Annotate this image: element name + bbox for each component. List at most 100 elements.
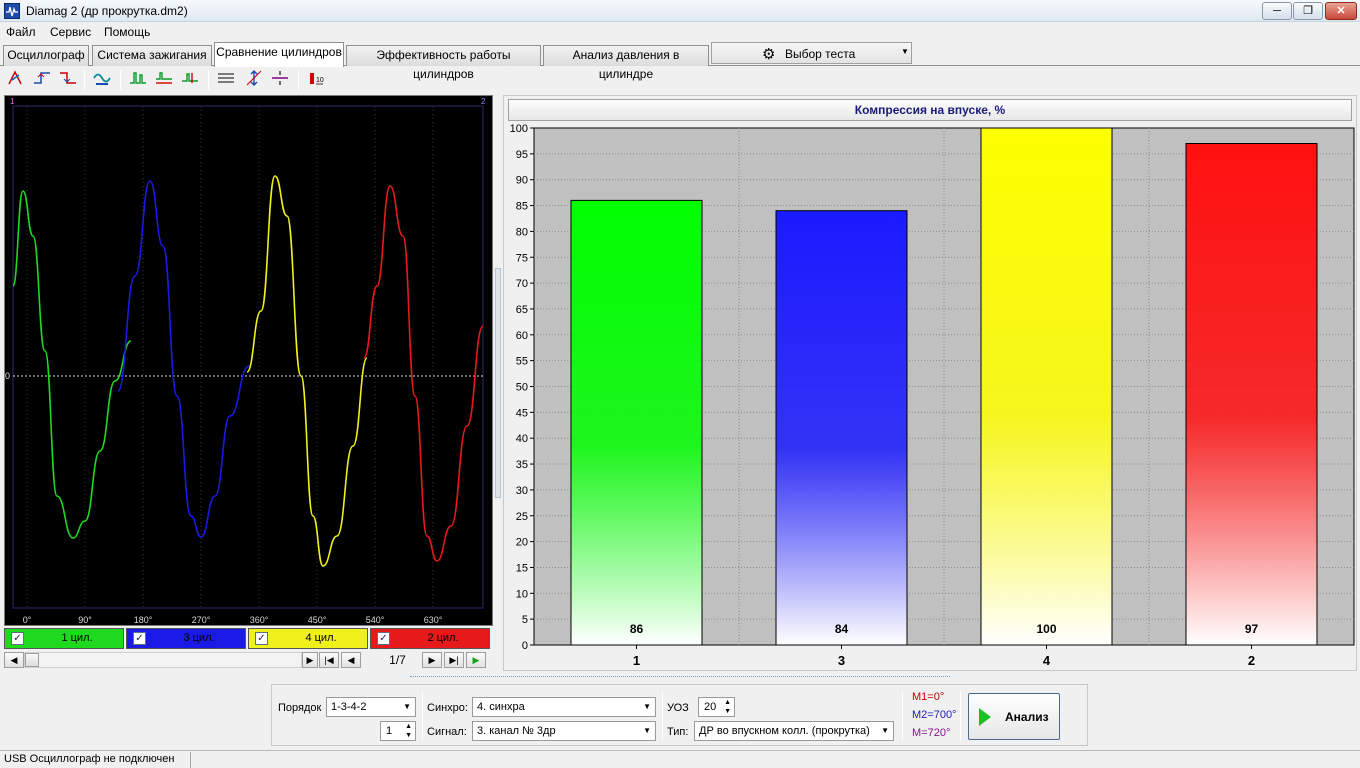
- autoscale-icon[interactable]: [90, 69, 114, 91]
- bar-cylinder-2: [1185, 143, 1318, 646]
- checkbox-icon[interactable]: ✓: [133, 632, 146, 645]
- cylinder-1-toggle[interactable]: ✓ 1 цил.: [4, 628, 124, 649]
- y-tick-label: 45: [516, 407, 528, 419]
- tab-cylinder-comparison[interactable]: Сравнение цилиндров: [214, 42, 344, 67]
- next-page-icon[interactable]: ▶: [422, 652, 442, 668]
- bar-value-label: 86: [630, 622, 644, 636]
- checkbox-icon[interactable]: ✓: [377, 632, 390, 645]
- osc-frame: [12, 105, 484, 609]
- y-tick-label: 55: [516, 356, 528, 368]
- compression-chart-panel: Компрессия на впуске, % 0 5 10 15 20 25 30 35 40…: [503, 95, 1357, 671]
- waveform-trace: [363, 185, 484, 562]
- rising-edge-icon[interactable]: [30, 69, 54, 91]
- menu-file[interactable]: Файл: [6, 25, 36, 39]
- spin-arrows-icon[interactable]: ▲ ▼: [405, 722, 412, 740]
- horizontal-scrollbar[interactable]: [24, 652, 302, 668]
- marker-1-label: 1: [10, 97, 15, 106]
- x-tick-label: 90°: [78, 615, 92, 625]
- marker-2-label: 2: [481, 97, 486, 106]
- first-page-icon[interactable]: |◀: [319, 652, 339, 668]
- spin-arrows-icon[interactable]: ▲ ▼: [724, 698, 731, 716]
- sync-value: 4. синхра: [477, 701, 525, 713]
- signal-split-icon[interactable]: [126, 69, 150, 91]
- menu-service[interactable]: Сервис: [50, 25, 91, 39]
- checkbox-icon[interactable]: ✓: [255, 632, 268, 645]
- bar-cylinder-4: [980, 127, 1113, 646]
- grid-lines-icon[interactable]: [214, 69, 238, 91]
- status-separator: [190, 752, 191, 768]
- y-tick-label: 50: [516, 382, 528, 394]
- y-tick-label: 35: [516, 459, 528, 471]
- tab-pressure-analysis[interactable]: Анализ давления в цилиндре: [543, 45, 709, 81]
- cylinder-3-toggle[interactable]: ✓ 3 цил.: [126, 628, 246, 649]
- vertical-scale-icon[interactable]: [242, 69, 266, 91]
- x-category-label: 3: [838, 653, 845, 668]
- toolbar: 10: [0, 66, 1360, 94]
- type-label: Тип:: [667, 726, 689, 738]
- app-icon: [4, 3, 20, 19]
- prev-page-icon[interactable]: ◀: [341, 652, 361, 668]
- play-icon[interactable]: ▶: [466, 652, 486, 668]
- scrollbar-thumb[interactable]: [25, 653, 39, 667]
- falling-edge-icon[interactable]: [56, 69, 80, 91]
- chevron-down-icon: ▼: [643, 702, 651, 711]
- type-select[interactable]: ДР во впускном колл. (прокрутка) ▼: [694, 721, 894, 741]
- y-tick-label: 15: [516, 562, 528, 574]
- tab-bar: Осциллограф Система зажигания Сравнение …: [0, 42, 1360, 81]
- y-tick-label: 90: [516, 175, 528, 187]
- uoz-label: УОЗ: [667, 702, 689, 714]
- uoz-spinner[interactable]: 20 ▲ ▼: [698, 697, 735, 717]
- y-tick-label: 80: [516, 226, 528, 238]
- cursor-tool-icon[interactable]: [4, 69, 28, 91]
- test-select-label: Выбор теста: [785, 47, 856, 61]
- y-tick-label: 20: [516, 537, 528, 549]
- tab-oscilloscope[interactable]: Осциллограф: [3, 45, 89, 66]
- x-tick-label: 270°: [192, 615, 211, 625]
- x-tick-label: 630°: [424, 615, 443, 625]
- bar-value-label: 97: [1245, 622, 1259, 636]
- bar-chart-icon[interactable]: 10: [304, 69, 328, 91]
- page-indicator: 1/7: [389, 653, 406, 667]
- y-tick-label: 5: [522, 614, 528, 626]
- order-select[interactable]: 1-3-4-2 ▼: [326, 697, 416, 717]
- cylinder-label: 4 цил.: [305, 632, 337, 644]
- analyze-label: Анализ: [1005, 710, 1049, 724]
- close-button[interactable]: ✕: [1325, 2, 1357, 20]
- x-category-label: 2: [1248, 653, 1255, 668]
- sync-label: Синхро:: [427, 702, 468, 714]
- last-page-icon[interactable]: ▶|: [444, 652, 464, 668]
- menu-help[interactable]: Помощь: [104, 25, 150, 39]
- cylinder-label: 1 цил.: [61, 632, 93, 644]
- signal-select[interactable]: 3. канал № 3др ▼: [472, 721, 656, 741]
- sync-select[interactable]: 4. синхра ▼: [472, 697, 656, 717]
- y-tick-label: 30: [516, 485, 528, 497]
- cylinder-2-toggle[interactable]: ✓ 2 цил.: [370, 628, 490, 649]
- checkbox-icon[interactable]: ✓: [11, 632, 24, 645]
- signal-level-icon[interactable]: [178, 69, 202, 91]
- gear-icon: ⚙: [762, 46, 776, 63]
- tab-cylinder-efficiency[interactable]: Эффективность работы цилиндров: [346, 45, 541, 81]
- oscilloscope-plot: 0° 90° 180° 270° 360° 450° 540° 630° 0 1 2: [5, 97, 486, 625]
- center-line-icon[interactable]: [268, 69, 292, 91]
- marker-m: M=720°: [912, 727, 951, 739]
- vertical-splitter[interactable]: [495, 268, 501, 498]
- cylinder-4-toggle[interactable]: ✓ 4 цил.: [248, 628, 368, 649]
- scroll-right-button[interactable]: ▶: [302, 652, 318, 668]
- y-tick-label: 25: [516, 511, 528, 523]
- scroll-left-button[interactable]: ◀: [4, 652, 24, 668]
- waveform-trace: [117, 180, 250, 538]
- order-spinner[interactable]: 1 ▲ ▼: [380, 721, 416, 741]
- tab-ignition-system[interactable]: Система зажигания: [92, 45, 212, 66]
- test-select-dropdown[interactable]: ⚙ Выбор теста ▼: [711, 42, 912, 64]
- maximize-button[interactable]: ❐: [1293, 2, 1323, 20]
- waveform-trace: [246, 175, 368, 567]
- cylinder-label: 2 цил.: [427, 632, 459, 644]
- oscilloscope-panel[interactable]: 0° 90° 180° 270° 360° 450° 540° 630° 0 1 2: [4, 95, 493, 626]
- horizontal-splitter[interactable]: [410, 676, 950, 681]
- minimize-button[interactable]: ─: [1262, 2, 1292, 20]
- chevron-down-icon: ▼: [881, 726, 889, 735]
- signal-offset-icon[interactable]: [152, 69, 176, 91]
- analyze-button[interactable]: Анализ: [968, 693, 1060, 740]
- chevron-down-icon: ▼: [643, 726, 651, 735]
- order-label: Порядок: [278, 702, 322, 714]
